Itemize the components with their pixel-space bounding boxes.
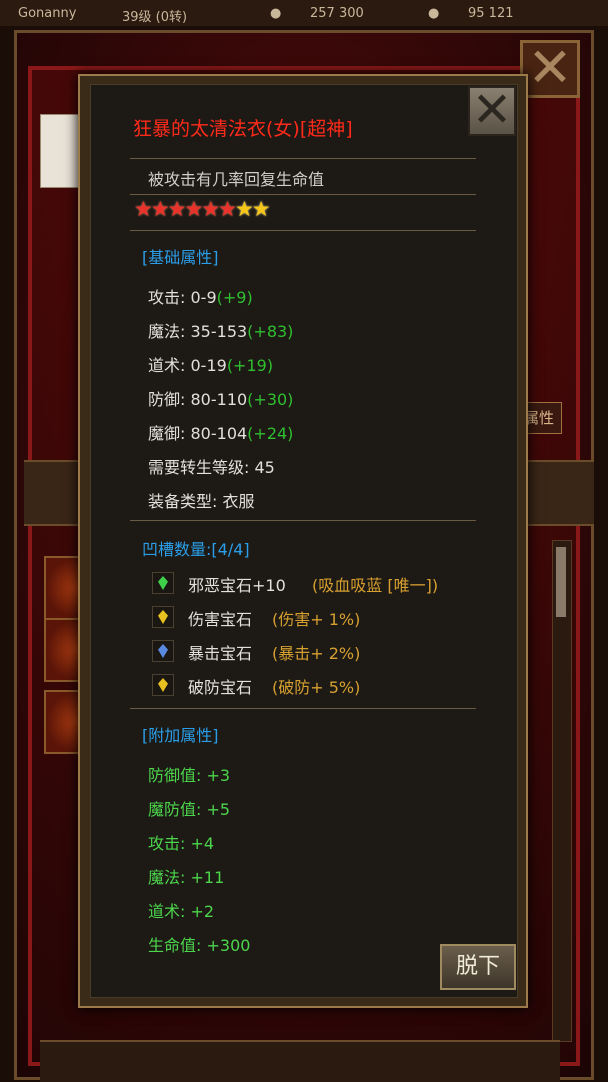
magic-defense-value: 80-104 bbox=[190, 424, 248, 443]
close-icon: ✕ bbox=[471, 82, 513, 138]
magic-defense-bonus: (+24) bbox=[247, 424, 294, 443]
ingot-icon: ● bbox=[428, 6, 440, 21]
close-icon: ✕ bbox=[527, 36, 573, 99]
rebirth-level-line: 需要转生等级: 45 bbox=[148, 454, 275, 478]
attack-label: 攻击: bbox=[148, 288, 186, 307]
gem-name: 邪恶宝石+10 bbox=[188, 576, 286, 595]
unequip-button[interactable]: 脱下 bbox=[440, 944, 516, 990]
gem-name: 伤害宝石 bbox=[188, 610, 253, 629]
yellow-gem-icon bbox=[152, 606, 174, 628]
star-rating: ★★★★★★★★ bbox=[134, 197, 271, 221]
gem-name: 暴击宝石 bbox=[188, 644, 253, 663]
bottom-bar bbox=[40, 1040, 560, 1082]
divider bbox=[130, 520, 476, 521]
rebirth-level-label: 需要转生等级: bbox=[148, 458, 250, 477]
item-name: 狂暴的太清法衣(女)[超神] bbox=[133, 118, 353, 140]
defense-value: 80-110 bbox=[190, 390, 248, 409]
window-close-button[interactable]: ✕ bbox=[520, 40, 580, 98]
divider bbox=[130, 230, 476, 231]
socket-gem-row: 伤害宝石 (伤害+ 1%) bbox=[152, 606, 472, 630]
green-gem-icon bbox=[152, 572, 174, 594]
magic-bonus: (+83) bbox=[247, 322, 294, 341]
gold-star-icon: ★ bbox=[251, 197, 271, 221]
top-status-bar: Gonanny 39级 (0转) ● 257 300 ● 95 121 bbox=[0, 0, 608, 26]
base-attributes-header: [基础属性] bbox=[142, 248, 219, 267]
divider bbox=[130, 158, 476, 159]
tao-label: 道术: bbox=[148, 356, 186, 375]
magic-value: 35-153 bbox=[190, 322, 248, 341]
equip-type-value: 衣服 bbox=[222, 492, 255, 511]
extra-attribute-line: 道术: +2 bbox=[148, 902, 215, 921]
attack-value: 0-9 bbox=[190, 288, 217, 307]
sockets-header: 凹槽数量:[4/4] bbox=[142, 540, 250, 559]
yellow-gem-icon bbox=[152, 674, 174, 696]
extra-attribute-line: 生命值: +300 bbox=[148, 936, 251, 955]
extra-attribute-line: 防御值: +3 bbox=[148, 766, 231, 785]
defense-label: 防御: bbox=[148, 390, 186, 409]
gold-amount: 257 300 bbox=[310, 6, 364, 21]
blue-gem-icon bbox=[152, 640, 174, 662]
scrollbar[interactable] bbox=[552, 540, 572, 1042]
ingot-amount: 95 121 bbox=[468, 6, 514, 21]
extra-attribute-line: 魔防值: +5 bbox=[148, 800, 231, 819]
socket-gem-row: 暴击宝石 (暴击+ 2%) bbox=[152, 640, 472, 664]
gem-effect: (暴击+ 2%) bbox=[272, 644, 361, 663]
magic-line: 魔法: 35-153(+83) bbox=[148, 318, 293, 342]
tooltip-close-button[interactable]: ✕ bbox=[468, 86, 516, 136]
gem-effect: (吸血吸蓝 [唯一]) bbox=[312, 576, 439, 595]
equip-type-line: 装备类型: 衣服 bbox=[148, 488, 255, 512]
defense-line: 防御: 80-110(+30) bbox=[148, 386, 293, 410]
magic-label: 魔法: bbox=[148, 322, 186, 341]
rebirth-level-value: 45 bbox=[254, 458, 275, 477]
scrollbar-thumb[interactable] bbox=[556, 547, 566, 617]
divider bbox=[130, 708, 476, 709]
player-name: Gonanny bbox=[18, 6, 77, 21]
magic-defense-label: 魔御: bbox=[148, 424, 186, 443]
player-level: 39级 (0转) bbox=[122, 10, 188, 25]
equip-type-label: 装备类型: bbox=[148, 492, 218, 511]
socket-gem-row: 邪恶宝石+10 (吸血吸蓝 [唯一]) bbox=[152, 572, 472, 596]
extra-attribute-line: 魔法: +11 bbox=[148, 868, 225, 887]
tao-value: 0-19 bbox=[190, 356, 227, 375]
magic-defense-line: 魔御: 80-104(+24) bbox=[148, 420, 293, 444]
gem-effect: (伤害+ 1%) bbox=[272, 610, 361, 629]
item-description: 被攻击有几率回复生命值 bbox=[148, 170, 325, 189]
extra-attributes-header: [附加属性] bbox=[142, 726, 219, 745]
defense-bonus: (+30) bbox=[247, 390, 294, 409]
tao-bonus: (+19) bbox=[226, 356, 274, 375]
extra-attribute-line: 攻击: +4 bbox=[148, 834, 215, 853]
gem-effect: (破防+ 5%) bbox=[272, 678, 361, 697]
gold-icon: ● bbox=[270, 6, 282, 21]
attack-line: 攻击: 0-9(+9) bbox=[148, 284, 253, 308]
gem-name: 破防宝石 bbox=[188, 678, 253, 697]
tao-line: 道术: 0-19(+19) bbox=[148, 352, 273, 376]
divider bbox=[130, 194, 476, 195]
attack-bonus: (+9) bbox=[216, 288, 253, 307]
socket-gem-row: 破防宝石 (破防+ 5%) bbox=[152, 674, 472, 698]
